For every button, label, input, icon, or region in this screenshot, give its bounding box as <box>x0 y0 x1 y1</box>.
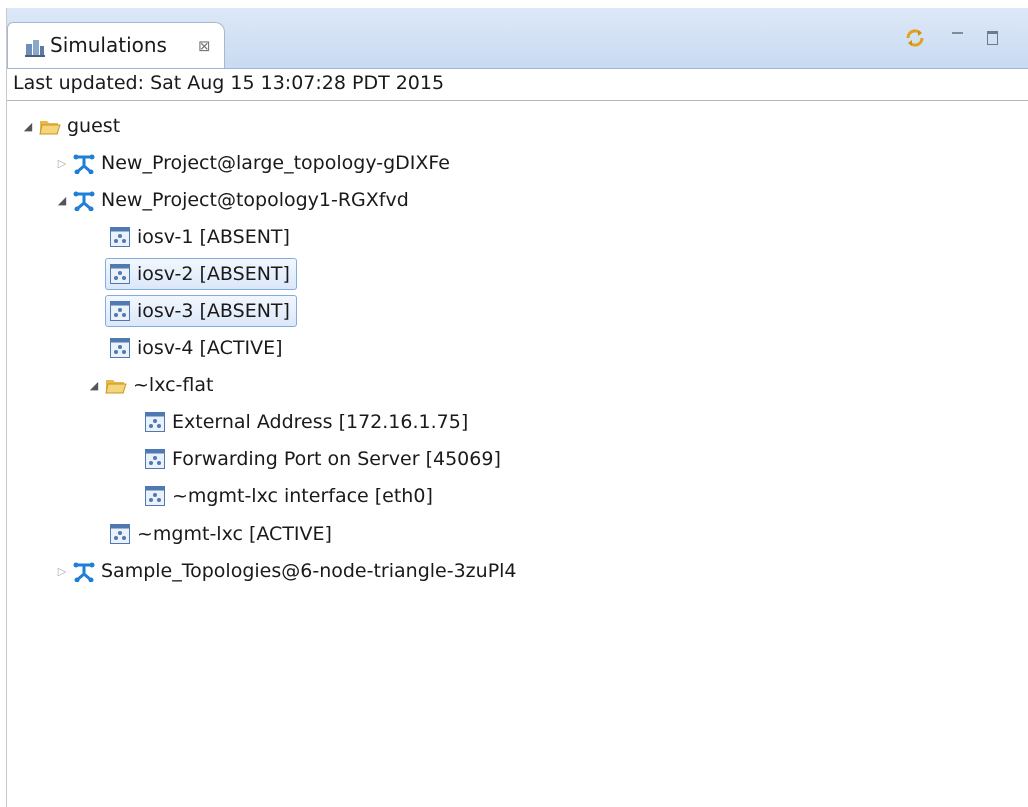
node-icon <box>145 412 165 432</box>
node-icon <box>110 227 130 247</box>
maximize-icon[interactable] <box>984 26 1002 48</box>
minimize-icon[interactable] <box>949 26 967 48</box>
divider <box>7 100 1028 101</box>
tree-item-lxc-property[interactable]: External Address [172.16.1.75] <box>140 405 475 439</box>
close-icon[interactable]: ⊠ <box>198 37 211 55</box>
tree-item-label: New_Project@topology1-RGXfvd <box>101 189 409 211</box>
node-icon <box>110 338 130 358</box>
collapsed-arrow-icon[interactable]: ▷ <box>55 565 69 578</box>
tree-item-label: Sample_Topologies@6-node-triangle-3zuPl4 <box>101 560 517 582</box>
view-tabbar: Simulations ⊠ <box>7 8 1028 69</box>
tree-item-lxc-property[interactable]: Forwarding Port on Server [45069] <box>140 442 508 476</box>
tree-item-label: ~lxc-flat <box>133 374 214 396</box>
tab-label: Simulations <box>50 33 167 57</box>
tree-item-project[interactable]: ◢ New_Project@topology1-RGXfvd <box>55 183 409 217</box>
topology-icon <box>73 191 95 211</box>
tree-item-label: ~mgmt-lxc [ACTIVE] <box>137 523 332 545</box>
last-updated-label: Last updated: Sat Aug 15 13:07:28 PDT 20… <box>13 72 445 94</box>
tree-item-node[interactable]: iosv-3 [ABSENT] <box>105 294 297 328</box>
tree-item-lxc-folder[interactable]: ◢ ~lxc-flat <box>87 368 214 402</box>
tab-simulations[interactable]: Simulations ⊠ <box>7 22 225 68</box>
node-icon <box>145 486 165 506</box>
folder-open-icon <box>39 121 61 135</box>
tree-item-label: ~mgmt-lxc interface [eth0] <box>172 485 433 507</box>
sync-icon[interactable] <box>903 26 927 50</box>
simulations-view: Simulations ⊠ Last updated: Sat Aug 15 1… <box>6 8 1028 807</box>
collapsed-arrow-icon[interactable]: ▷ <box>55 157 69 170</box>
tree-item-lxc-property[interactable]: ~mgmt-lxc interface [eth0] <box>140 479 440 513</box>
node-icon <box>110 524 130 544</box>
expanded-arrow-icon[interactable]: ◢ <box>87 379 101 392</box>
tree-item-label: iosv-4 [ACTIVE] <box>137 337 283 359</box>
folder-open-icon <box>105 380 127 394</box>
tree-item-guest[interactable]: ◢ guest <box>21 109 120 143</box>
tree-item-label: iosv-2 [ABSENT] <box>137 263 290 285</box>
tree-item-label: iosv-3 [ABSENT] <box>137 300 290 322</box>
node-icon <box>110 264 130 284</box>
expanded-arrow-icon[interactable]: ◢ <box>55 194 69 207</box>
tree-item-node[interactable]: iosv-1 [ABSENT] <box>105 220 297 254</box>
tree-item-label: External Address [172.16.1.75] <box>172 411 469 433</box>
tree-item-label: guest <box>67 115 121 137</box>
tree-item-node[interactable]: iosv-2 [ABSENT] <box>105 257 297 291</box>
tree-item-project[interactable]: ▷ Sample_Topologies@6-node-triangle-3zuP… <box>55 554 517 588</box>
topology-icon <box>73 154 95 174</box>
node-icon <box>145 449 165 469</box>
expanded-arrow-icon[interactable]: ◢ <box>21 120 35 133</box>
tree-item-label: iosv-1 [ABSENT] <box>137 226 290 248</box>
node-icon <box>110 301 130 321</box>
topology-icon <box>73 562 95 582</box>
tree-item-node[interactable]: iosv-4 [ACTIVE] <box>105 331 290 365</box>
tree-item-label: New_Project@large_topology-gDIXFe <box>101 152 450 174</box>
simulations-view-icon <box>25 40 45 57</box>
tree-item-node[interactable]: ~mgmt-lxc [ACTIVE] <box>105 517 339 551</box>
tree-item-label: Forwarding Port on Server [45069] <box>172 448 501 470</box>
tree-item-project[interactable]: ▷ New_Project@large_topology-gDIXFe <box>55 146 450 180</box>
